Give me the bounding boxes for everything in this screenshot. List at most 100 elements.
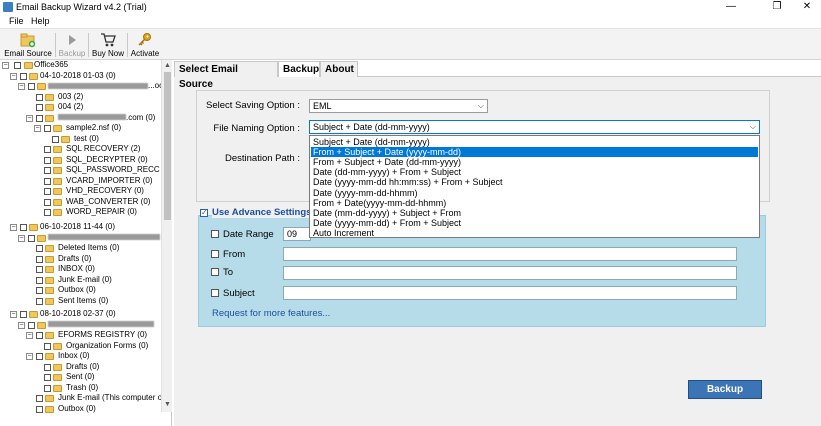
naming-option-item[interactable]: Date (mm-dd-yyyy) + Subject + From (311, 208, 758, 218)
tree-checkbox[interactable] (14, 62, 21, 69)
menu-file[interactable]: File (9, 15, 24, 27)
from-field[interactable] (283, 247, 737, 261)
chevron-down-icon: ⌵ (477, 101, 484, 110)
tree-label: Junk E-mail (This computer o (58, 393, 163, 402)
naming-option-dropdown[interactable]: Subject + Date (dd-mm-yyyy) From + Subjec… (309, 135, 760, 238)
request-features-link[interactable]: Request for more features... (212, 308, 330, 319)
scroll-up-icon[interactable]: ▲ (163, 61, 172, 70)
menu-help[interactable]: Help (31, 15, 50, 27)
activate-button[interactable]: Activate (130, 31, 160, 59)
maximize-button[interactable]: ❐ (762, 0, 792, 14)
tree-checkbox[interactable] (44, 374, 51, 381)
buy-now-button[interactable]: Buy Now (91, 31, 125, 59)
tree-checkbox[interactable] (44, 209, 51, 216)
folder-icon (29, 311, 38, 318)
naming-option-item[interactable]: Date (yyyy-mm-dd hh:mm:ss) + From + Subj… (311, 177, 758, 187)
folder-icon (53, 167, 62, 174)
tree-checkbox[interactable] (44, 363, 51, 371)
collapse-icon[interactable]: − (10, 72, 17, 80)
collapse-icon[interactable]: − (26, 332, 33, 339)
naming-option-item[interactable]: From + Subject + Date (dd-mm-yyyy) (311, 157, 758, 167)
tab-select-email-source[interactable]: Select Email Source (174, 61, 278, 90)
folder-icon (45, 276, 54, 284)
tree-checkbox[interactable] (44, 125, 51, 132)
backup-button[interactable]: Backup (688, 380, 762, 399)
tree-checkbox[interactable] (52, 135, 59, 143)
tree-checkbox[interactable] (36, 266, 43, 273)
tree-checkbox[interactable] (44, 198, 51, 206)
tree-checkbox[interactable] (44, 384, 51, 392)
from-label: From (223, 249, 246, 260)
collapse-icon[interactable]: − (18, 321, 25, 329)
naming-option-item[interactable]: From + Subject + Date (yyyy-mm-dd) (311, 147, 758, 158)
collapse-icon[interactable]: − (26, 114, 33, 122)
naming-option-item[interactable]: Date (yyyy-mm-dd) + From + Subject (311, 218, 758, 228)
close-button[interactable]: ✕ (792, 0, 821, 14)
tree-checkbox[interactable] (20, 224, 27, 231)
tree-label: Junk E-mail (0) (58, 274, 112, 284)
tree-checkbox[interactable] (28, 234, 35, 242)
tree-checkbox[interactable] (36, 395, 43, 402)
tree-checkbox[interactable] (28, 321, 35, 329)
backup-toolbar-button[interactable]: Backup (58, 31, 86, 59)
to-checkbox[interactable] (211, 268, 219, 276)
naming-option-item[interactable]: Subject + Date (dd-mm-yyyy) (311, 137, 758, 147)
tree-checkbox[interactable] (44, 156, 51, 164)
subject-checkbox[interactable] (211, 289, 219, 297)
tree-checkbox[interactable] (36, 114, 43, 122)
tree-checkbox[interactable] (36, 297, 43, 305)
naming-option-item[interactable]: Date (yyyy-mm-dd-hhmm) (311, 188, 758, 198)
collapse-icon[interactable]: − (10, 224, 17, 231)
tree-label: SQL_DECRYPTER (0) (66, 154, 148, 164)
naming-option-item[interactable]: Date (dd-mm-yyyy) + From + Subject (311, 167, 758, 177)
toolbar-separator (55, 33, 56, 57)
tree-label-redacted (48, 320, 154, 331)
from-checkbox[interactable] (211, 250, 219, 258)
tree-checkbox[interactable] (28, 83, 35, 90)
tree-label: VCARD_IMPORTER (0) (66, 175, 153, 185)
tree-checkbox[interactable] (20, 311, 27, 318)
tree-checkbox[interactable] (36, 353, 43, 360)
tree-checkbox[interactable] (36, 104, 43, 111)
tree-checkbox[interactable] (36, 405, 43, 413)
folder-icon (53, 188, 62, 195)
tree-checkbox[interactable] (44, 167, 51, 174)
tree-checkbox[interactable] (44, 342, 51, 350)
tree-checkbox[interactable] (20, 72, 27, 80)
tree-checkbox[interactable] (36, 93, 43, 101)
date-range-checkbox[interactable] (211, 230, 219, 238)
collapse-icon[interactable]: − (34, 125, 41, 132)
scroll-thumb[interactable] (164, 72, 171, 220)
email-source-button[interactable]: Email Source (4, 31, 52, 59)
collapse-icon[interactable]: − (10, 311, 17, 318)
collapse-icon[interactable]: − (18, 83, 25, 90)
collapse-icon[interactable]: − (18, 234, 25, 242)
collapse-icon[interactable]: − (2, 62, 9, 69)
tree-scrollbar[interactable]: ▲ ▼ (161, 60, 172, 412)
folder-icon (53, 156, 62, 164)
advance-settings-checkbox[interactable]: ✓ (200, 209, 208, 217)
date-from-field[interactable]: 09 (283, 227, 311, 241)
tree-label: VHD_RECOVERY (0) (66, 186, 144, 195)
tab-backup[interactable]: Backup (278, 61, 320, 77)
naming-option-item[interactable]: From + Date(yyyy-mm-dd-hhmm) (311, 198, 758, 208)
naming-option-select[interactable]: Subject + Date (dd-mm-yyyy) ⌵ (309, 120, 760, 134)
saving-option-select[interactable]: EML ⌵ (309, 99, 488, 113)
to-field[interactable] (283, 266, 737, 280)
collapse-icon[interactable]: − (26, 353, 33, 360)
tree-checkbox[interactable] (36, 255, 43, 263)
subject-field[interactable] (283, 286, 737, 300)
tree-checkbox[interactable] (36, 332, 43, 339)
folder-icon (45, 353, 54, 360)
tree-checkbox[interactable] (36, 245, 43, 252)
tree-checkbox[interactable] (44, 188, 51, 195)
naming-option-item[interactable]: Auto Increment (311, 228, 758, 238)
tab-about[interactable]: About (320, 61, 358, 77)
tree-checkbox[interactable] (44, 177, 51, 185)
tree-checkbox[interactable] (36, 276, 43, 284)
scroll-down-icon[interactable]: ▼ (163, 400, 172, 409)
tree-checkbox[interactable] (44, 146, 51, 153)
minimize-button[interactable]: — (716, 0, 746, 14)
tree-checkbox[interactable] (36, 287, 43, 294)
folder-icon (45, 297, 54, 305)
